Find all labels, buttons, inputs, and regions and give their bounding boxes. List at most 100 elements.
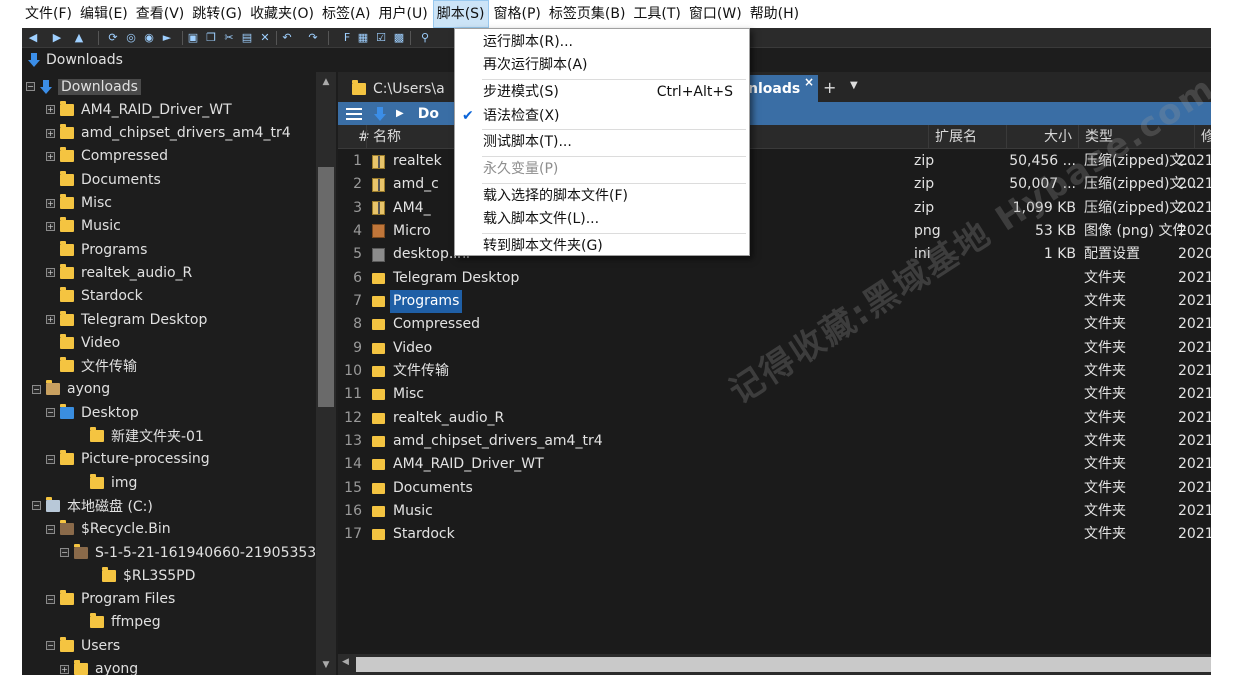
file-row[interactable]: 6 Telegram Desktop 文件夹 2021 — [338, 267, 1211, 290]
tree-item[interactable]: img — [76, 471, 137, 494]
file-row[interactable]: 11 Misc 文件夹 2021 — [338, 383, 1211, 406]
tree-scrollbar[interactable]: ▲ ▼ — [316, 72, 336, 675]
file-row[interactable]: 14 AM4_RAID_Driver_WT 文件夹 2021 — [338, 453, 1211, 476]
tree-item[interactable]: Video — [46, 331, 120, 354]
menu-item-4[interactable]: 收藏夹(O) — [247, 0, 317, 28]
tree-item[interactable]: + ayong — [60, 658, 138, 675]
expand-icon[interactable]: + — [46, 198, 55, 208]
file-name-cell[interactable]: Video — [372, 337, 432, 360]
tree-item[interactable]: 文件传输 — [46, 355, 137, 378]
expand-icon[interactable]: + — [46, 221, 55, 231]
expand-icon[interactable]: + — [60, 664, 69, 674]
expand-icon[interactable]: + — [46, 105, 55, 115]
search-icon[interactable]: ◎ — [124, 31, 138, 45]
tree-item[interactable]: − S-1-5-21-161940660-2190535330- — [60, 541, 316, 564]
collapse-icon[interactable]: − — [46, 454, 55, 464]
file-name-cell[interactable]: Telegram Desktop — [372, 267, 519, 290]
expand-icon[interactable]: + — [46, 128, 55, 138]
file-row[interactable]: 16 Music 文件夹 2021 — [338, 500, 1211, 523]
back-icon[interactable]: ◀ — [26, 31, 40, 45]
tree-item[interactable]: 新建文件夹-01 — [76, 425, 204, 448]
expand-icon[interactable]: + — [46, 151, 55, 161]
menu-item-2[interactable]: 查看(V) — [133, 0, 188, 28]
file-name-cell[interactable]: Stardock — [372, 523, 455, 546]
file-row[interactable]: 7 Programs 文件夹 2021 — [338, 289, 1211, 313]
paste-icon[interactable]: ▤ — [240, 31, 254, 45]
tree-item[interactable]: ffmpeg — [76, 611, 161, 634]
props-icon[interactable]: ▩ — [392, 31, 406, 45]
tree-scroll-thumb[interactable] — [318, 167, 334, 407]
h-scroll-thumb[interactable] — [356, 657, 1211, 672]
file-name-cell[interactable]: realtek_audio_R — [372, 407, 504, 430]
tree-item[interactable]: + Music — [46, 215, 121, 238]
file-name-cell[interactable]: amd_c — [372, 173, 439, 196]
menu-item-8[interactable]: 窗格(P) — [491, 0, 544, 28]
chevron-right-icon[interactable]: ▶ — [396, 108, 404, 119]
up-icon[interactable]: ▲ — [72, 31, 86, 45]
tree-item[interactable]: − Desktop — [46, 401, 139, 424]
tree-item[interactable]: − ayong — [32, 378, 110, 401]
tree-item[interactable]: + amd_chipset_drivers_am4_tr4 — [46, 122, 291, 145]
tab-downloads[interactable]: nloads × — [738, 75, 818, 102]
add-tab-button[interactable]: + — [823, 78, 836, 97]
redo-icon[interactable]: ↷ — [306, 31, 320, 45]
menu-item-6[interactable]: 用户(U) — [376, 0, 431, 28]
expand-icon[interactable]: + — [46, 315, 55, 324]
tree-item[interactable]: Programs — [46, 238, 147, 261]
menu-item-11[interactable]: 窗口(W) — [686, 0, 745, 28]
hamburger-icon[interactable] — [346, 107, 362, 120]
collapse-icon[interactable]: − — [46, 594, 55, 604]
file-name-cell[interactable]: amd_chipset_drivers_am4_tr4 — [372, 430, 603, 453]
script-menu-item-1[interactable]: 再次运行脚本(A) — [455, 54, 749, 77]
script-menu-item-7[interactable]: 载入脚本文件(L)... — [455, 208, 749, 231]
col-size[interactable]: 大小 — [1006, 125, 1078, 149]
tree-item[interactable]: + Telegram Desktop — [46, 308, 207, 331]
menu-item-1[interactable]: 编辑(E) — [77, 0, 131, 28]
menu-item-7[interactable]: 脚本(S) — [432, 0, 489, 28]
tree-item[interactable]: − Users — [46, 634, 120, 657]
file-row[interactable]: 8 Compressed 文件夹 2021 — [338, 313, 1211, 336]
file-name-cell[interactable]: AM4_ — [372, 197, 431, 220]
tree-item[interactable]: + Compressed — [46, 145, 168, 168]
tree-item[interactable]: − 本地磁盘 (C:) — [32, 494, 153, 517]
refresh-icon[interactable]: ⟳ — [106, 31, 120, 45]
tree-item[interactable]: − Program Files — [46, 588, 175, 611]
menu-item-9[interactable]: 标签页集(B) — [546, 0, 629, 28]
file-name-cell[interactable]: Documents — [372, 477, 473, 500]
collapse-icon[interactable]: − — [32, 384, 41, 394]
filter-icon[interactable]: F — [340, 31, 354, 45]
file-row[interactable]: 17 Stardock 文件夹 2021 — [338, 523, 1211, 546]
menu-item-5[interactable]: 标签(A) — [319, 0, 374, 28]
tree-item[interactable]: Stardock — [46, 285, 143, 308]
file-name-cell[interactable]: Misc — [372, 383, 424, 406]
collapse-icon[interactable]: − — [46, 524, 55, 534]
script-menu-item-8[interactable]: 转到脚本文件夹(G) — [455, 235, 749, 258]
collapse-icon[interactable]: − — [32, 501, 41, 511]
col-modified[interactable]: 修改 — [1194, 125, 1211, 149]
file-name-cell[interactable]: AM4_RAID_Driver_WT — [372, 453, 544, 476]
view-icon[interactable]: ▦ — [356, 31, 370, 45]
script-menu-item-4[interactable]: 测试脚本(T)... — [455, 131, 749, 154]
expand-icon[interactable]: + — [46, 268, 55, 278]
tab-list-dropdown[interactable]: ▼ — [850, 80, 858, 91]
menu-item-10[interactable]: 工具(T) — [630, 0, 683, 28]
file-row[interactable]: 15 Documents 文件夹 2021 — [338, 477, 1211, 500]
scroll-up-icon[interactable]: ▲ — [316, 72, 336, 92]
cut-icon[interactable]: ✂ — [222, 31, 236, 45]
col-type[interactable]: 类型 — [1078, 125, 1194, 149]
file-name-cell[interactable]: Music — [372, 500, 433, 523]
new-folder-icon[interactable]: ▣ — [186, 31, 200, 45]
menu-item-0[interactable]: 文件(F) — [22, 0, 75, 28]
copy-icon[interactable]: ❐ — [204, 31, 218, 45]
tree-item[interactable]: + realtek_audio_R — [46, 261, 192, 284]
scroll-down-icon[interactable]: ▼ — [316, 655, 336, 675]
script-menu-item-0[interactable]: 运行脚本(R)... — [455, 31, 749, 54]
zoom-icon[interactable]: ◉ — [142, 31, 156, 45]
script-menu-item-6[interactable]: 载入选择的脚本文件(F) — [455, 185, 749, 208]
play-icon[interactable]: ► — [160, 31, 174, 45]
tree-item[interactable]: − Downloads — [26, 75, 141, 98]
tree-item[interactable]: $RL3S5PD — [88, 564, 195, 587]
file-name-cell[interactable]: 文件传输 — [372, 360, 449, 383]
file-row[interactable]: 12 realtek_audio_R 文件夹 2021 — [338, 407, 1211, 430]
file-row[interactable]: 9 Video 文件夹 2021 — [338, 337, 1211, 360]
